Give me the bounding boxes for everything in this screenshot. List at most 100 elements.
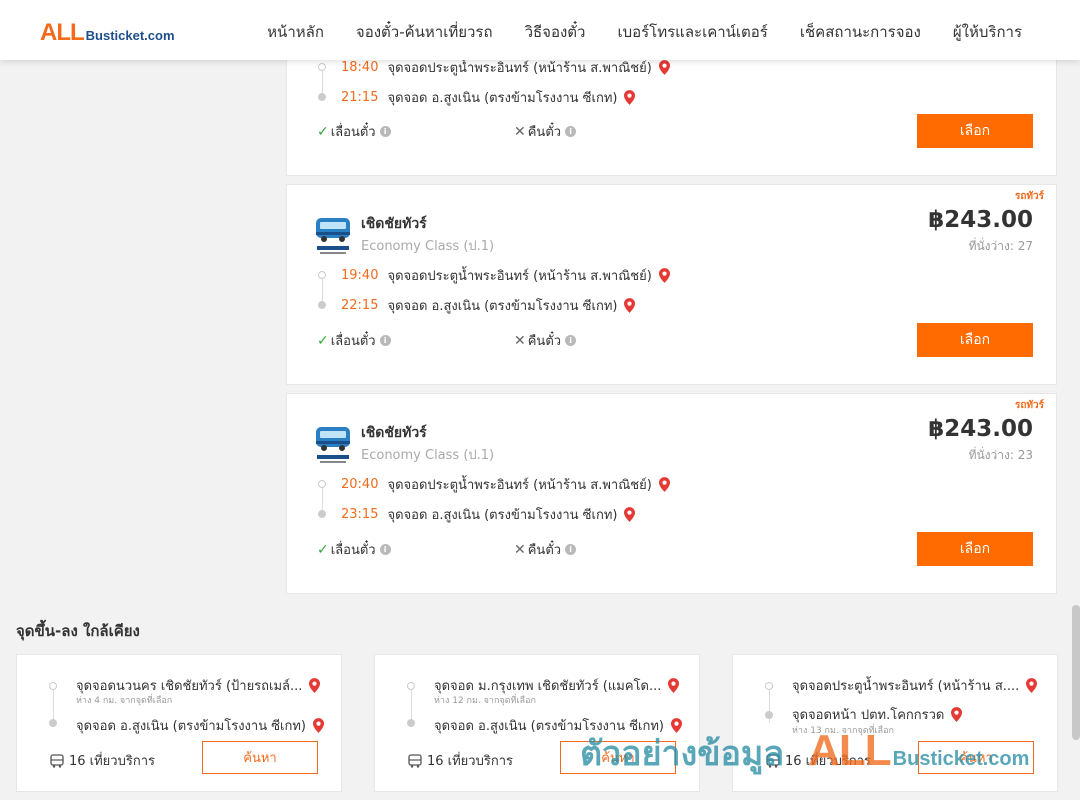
map-pin-icon[interactable] bbox=[658, 268, 670, 283]
info-icon[interactable]: i bbox=[565, 126, 577, 137]
map-pin-icon[interactable] bbox=[313, 718, 324, 733]
nearby-trips: 16 เที่ยวบริการ bbox=[50, 750, 155, 771]
info-icon[interactable]: i bbox=[379, 335, 391, 346]
search-button[interactable]: ค้นหา bbox=[560, 741, 676, 774]
timeline-line bbox=[322, 69, 323, 95]
bus-icon bbox=[50, 753, 64, 768]
refund-label: คืนตั๋ว bbox=[527, 334, 562, 349]
timeline-line bbox=[322, 486, 323, 512]
depart-stop: 19:40 จุดจอดประตูน้ำพระอินทร์ (หน้าร้าน … bbox=[341, 265, 670, 286]
reschedule-feature: ✓ เลื่อนตั๋ว i bbox=[317, 539, 391, 560]
select-button[interactable]: เลือก bbox=[917, 323, 1033, 357]
nearby-card: จุดจอด ม.กรุงเทพ เชิดชัยทัวร์ (แมคโด... … bbox=[374, 654, 700, 792]
map-pin-icon[interactable] bbox=[951, 707, 963, 722]
nearby-card: จุดจอดนวนคร เชิดชัยทัวร์ (ป้ายรถเมล์... … bbox=[16, 654, 342, 792]
site-logo[interactable]: ALL Busticket.com bbox=[40, 19, 175, 47]
nav-operators[interactable]: ผู้ให้บริการ bbox=[953, 20, 1022, 44]
map-pin-icon[interactable] bbox=[668, 678, 680, 693]
nearby-title: จุดขึ้น-ลง ใกล้เคียง bbox=[16, 622, 140, 640]
top-header: ALL Busticket.com หน้าหลัก จองตั๋ว-ค้นหา… bbox=[0, 0, 1080, 60]
map-pin-icon[interactable] bbox=[1026, 678, 1038, 693]
nearby-from-distance: ห่าง 4 กม. จากจุดที่เลือก bbox=[76, 696, 173, 706]
arrive-stop-name: จุดจอด อ.สูงเนิน (ตรงข้ามโรงงาน ซีเกท) bbox=[387, 508, 618, 523]
reschedule-label: เลื่อนตั๋ว bbox=[330, 334, 376, 349]
check-icon: ✓ bbox=[317, 123, 329, 140]
depart-time: 19:40 bbox=[341, 268, 379, 283]
depart-stop-name: จุดจอดประตูน้ำพระอินทร์ (หน้าร้าน ส.พาณิ… bbox=[387, 61, 652, 76]
reschedule-feature: ✓ เลื่อนตั๋ว i bbox=[317, 121, 391, 142]
to-dot bbox=[49, 719, 57, 727]
page-scrollbar[interactable] bbox=[1072, 605, 1080, 740]
arrive-stop: 22:15 จุดจอด อ.สูงเนิน (ตรงข้ามโรงงาน ซี… bbox=[341, 295, 636, 316]
refund-feature: ✕ คืนตั๋ว i bbox=[514, 121, 577, 142]
nearby-to-name: จุดจอดหน้า ปตท.โคกกรวด bbox=[792, 708, 945, 723]
check-icon: ✓ bbox=[317, 332, 329, 349]
nearby-trips-count: 16 เที่ยวบริการ bbox=[69, 754, 155, 769]
arrive-time: 23:15 bbox=[341, 507, 379, 522]
depart-dot bbox=[318, 271, 326, 279]
ticket-price: ฿243.00 bbox=[928, 207, 1033, 233]
nearby-from-name: จุดจอดประตูน้ำพระอินทร์ (หน้าร้าน ส.... bbox=[792, 679, 1020, 694]
nav-how-to[interactable]: วิธีจองตั๋ว bbox=[525, 20, 586, 44]
search-button[interactable]: ค้นหา bbox=[202, 741, 318, 774]
refund-label: คืนตั๋ว bbox=[527, 125, 562, 140]
map-pin-icon[interactable] bbox=[624, 90, 636, 105]
depart-time: 20:40 bbox=[341, 477, 379, 492]
info-icon[interactable]: i bbox=[565, 544, 577, 555]
seats-available: ที่นั่งว่าง: 23 bbox=[968, 448, 1033, 462]
depart-stop-name: จุดจอดประตูน้ำพระอินทร์ (หน้าร้าน ส.พาณิ… bbox=[387, 478, 652, 493]
from-dot bbox=[49, 682, 57, 690]
nearby-trips-count: 16 เที่ยวบริการ bbox=[785, 754, 871, 769]
cross-icon: ✕ bbox=[514, 123, 526, 140]
info-icon[interactable]: i bbox=[379, 126, 391, 137]
depart-stop-name: จุดจอดประตูน้ำพระอินทร์ (หน้าร้าน ส.พาณิ… bbox=[387, 269, 652, 284]
arrive-dot bbox=[318, 301, 326, 309]
refund-label: คืนตั๋ว bbox=[527, 543, 562, 558]
nearby-to-name: จุดจอด อ.สูงเนิน (ตรงข้ามโรงงาน ซีเกท) bbox=[76, 719, 306, 734]
trip-card: รถทัวร์ เชิดชัยทัวร์ Economy Class (ป.1)… bbox=[286, 393, 1057, 594]
timeline-line bbox=[322, 277, 323, 303]
depart-dot bbox=[318, 480, 326, 488]
bus-icon bbox=[766, 753, 780, 768]
search-button[interactable]: ค้นหา bbox=[918, 741, 1034, 774]
refund-feature: ✕ คืนตั๋ว i bbox=[514, 539, 577, 560]
map-pin-icon[interactable] bbox=[624, 298, 636, 313]
logo-all: ALL bbox=[40, 19, 85, 46]
operator-logo-icon bbox=[316, 218, 350, 254]
nav-booking[interactable]: จองตั๋ว-ค้นหาเที่ยวรถ bbox=[356, 20, 493, 44]
trip-card: 18:40 จุดจอดประตูน้ำพระอินทร์ (หน้าร้าน … bbox=[286, 40, 1057, 176]
cross-icon: ✕ bbox=[514, 332, 526, 349]
nearby-to-stop: จุดจอด อ.สูงเนิน (ตรงข้ามโรงงาน ซีเกท) bbox=[76, 715, 324, 736]
info-icon[interactable]: i bbox=[565, 335, 577, 346]
nearby-trips: 16 เที่ยวบริการ bbox=[408, 750, 513, 771]
timeline-line bbox=[411, 687, 412, 723]
reschedule-label: เลื่อนตั๋ว bbox=[330, 543, 376, 558]
nearby-card: จุดจอดประตูน้ำพระอินทร์ (หน้าร้าน ส.... … bbox=[732, 654, 1058, 792]
nearby-trips-count: 16 เที่ยวบริการ bbox=[427, 754, 513, 769]
map-pin-icon[interactable] bbox=[658, 60, 670, 75]
nearby-to-stop: จุดจอด อ.สูงเนิน (ตรงข้ามโรงงาน ซีเกท) bbox=[434, 715, 682, 736]
nav-contact[interactable]: เบอร์โทรและเคาน์เตอร์ bbox=[617, 20, 767, 44]
bus-icon bbox=[408, 753, 422, 768]
nearby-trips: 16 เที่ยวบริการ bbox=[766, 750, 871, 771]
info-icon[interactable]: i bbox=[379, 544, 391, 555]
nearby-to-name: จุดจอด อ.สูงเนิน (ตรงข้ามโรงงาน ซีเกท) bbox=[434, 719, 664, 734]
to-dot bbox=[407, 719, 415, 727]
nav-home[interactable]: หน้าหลัก bbox=[267, 20, 324, 44]
map-pin-icon[interactable] bbox=[624, 507, 636, 522]
nearby-from-stop: จุดจอดประตูน้ำพระอินทร์ (หน้าร้าน ส.... bbox=[792, 675, 1038, 696]
nav-check-status[interactable]: เช็คสถานะการจอง bbox=[800, 20, 921, 44]
map-pin-icon[interactable] bbox=[658, 477, 670, 492]
timeline-line bbox=[53, 687, 54, 723]
select-button[interactable]: เลือก bbox=[917, 532, 1033, 566]
seats-available: ที่นั่งว่าง: 27 bbox=[968, 239, 1033, 253]
arrive-stop: 21:15 จุดจอด อ.สูงเนิน (ตรงข้ามโรงงาน ซี… bbox=[341, 87, 636, 108]
refund-feature: ✕ คืนตั๋ว i bbox=[514, 330, 577, 351]
map-pin-icon[interactable] bbox=[671, 718, 682, 733]
depart-stop: 20:40 จุดจอดประตูน้ำพระอินทร์ (หน้าร้าน … bbox=[341, 474, 670, 495]
nearby-to-stop: จุดจอดหน้า ปตท.โคกกรวด bbox=[792, 704, 963, 725]
trip-card: รถทัวร์ เชิดชัยทัวร์ Economy Class (ป.1)… bbox=[286, 184, 1057, 385]
arrive-dot bbox=[318, 93, 326, 101]
map-pin-icon[interactable] bbox=[309, 678, 321, 693]
select-button[interactable]: เลือก bbox=[917, 114, 1033, 148]
